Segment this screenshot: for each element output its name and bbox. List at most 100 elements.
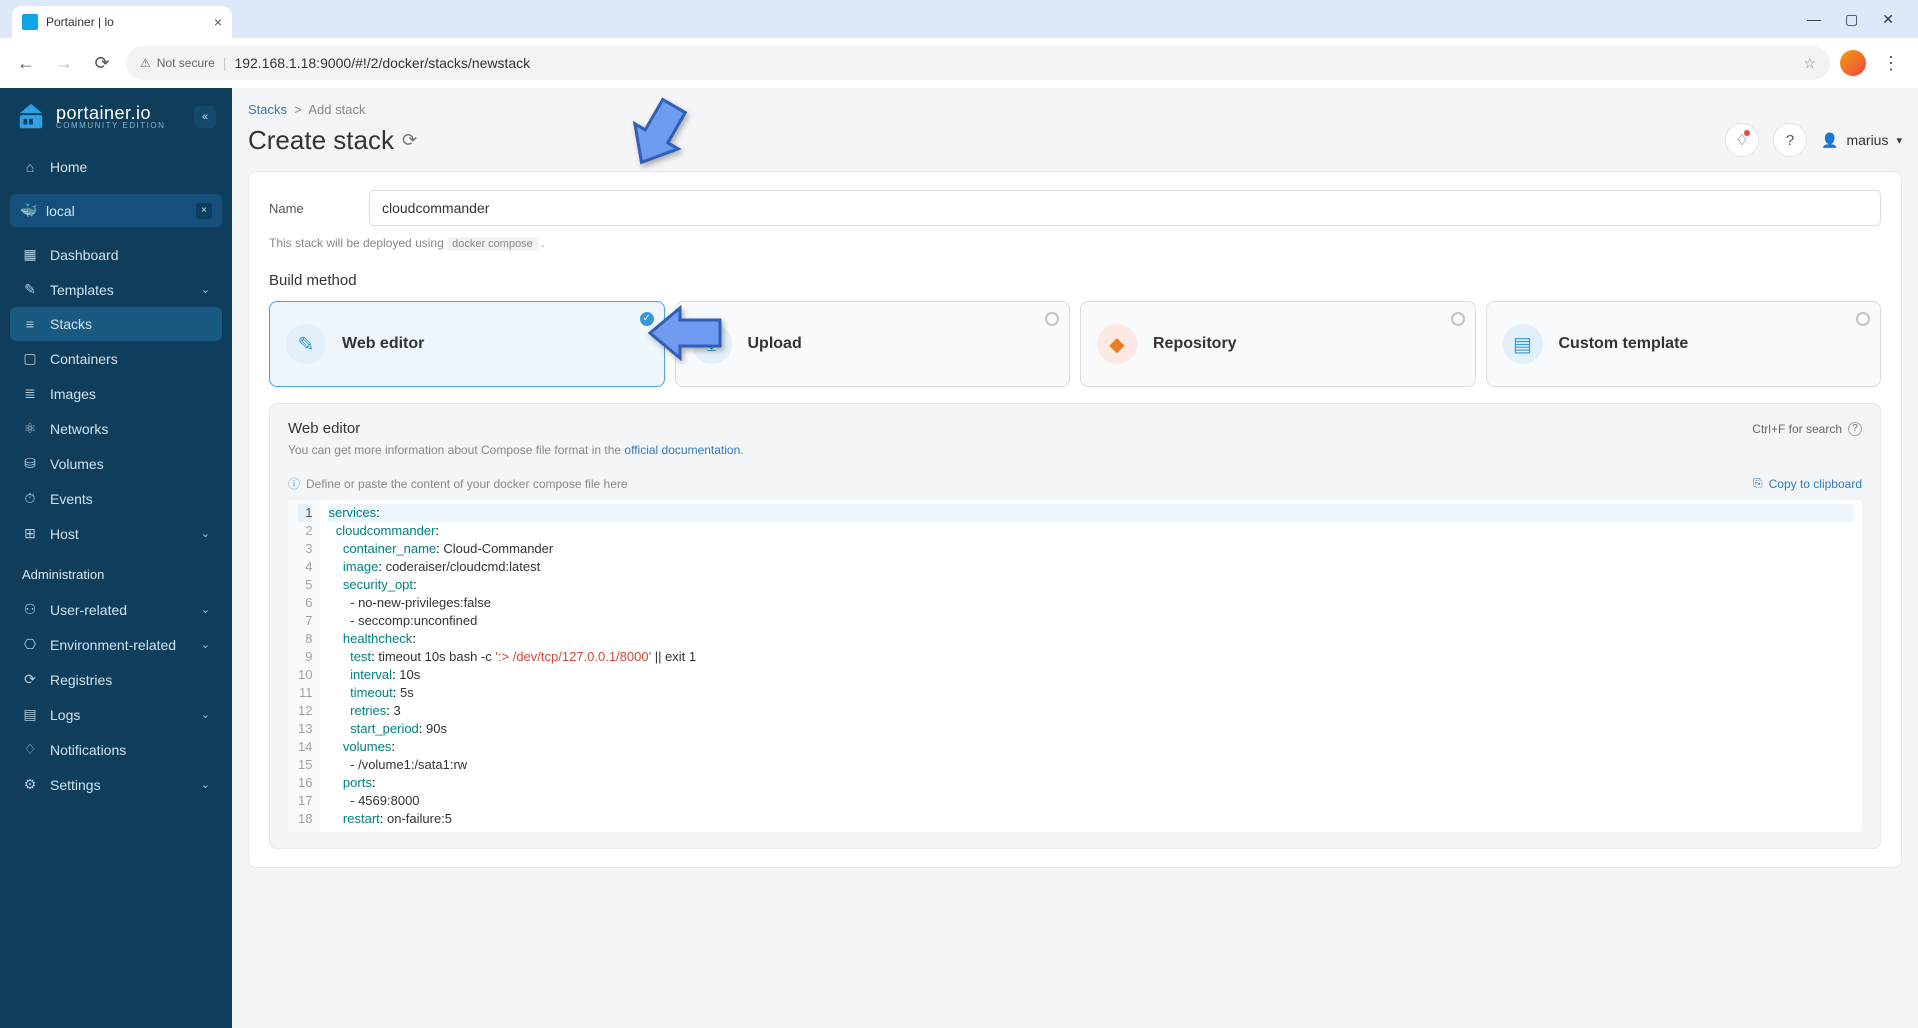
help-button[interactable]: ? bbox=[1773, 123, 1807, 157]
sidebar-item-notifications[interactable]: ♢Notifications bbox=[10, 732, 222, 767]
tab-title: Portainer | lo bbox=[46, 15, 114, 29]
build-method-title: Build method bbox=[269, 272, 1881, 289]
admin-heading: Administration bbox=[0, 555, 232, 588]
radio-icon bbox=[1045, 312, 1059, 326]
bookmark-icon[interactable]: ☆ bbox=[1803, 55, 1816, 72]
close-icon[interactable]: ✕ bbox=[1882, 11, 1894, 28]
chevron-down-icon: ⌄ bbox=[201, 527, 210, 540]
stacks-icon: ≡ bbox=[22, 316, 38, 332]
settings-icon: ⚙ bbox=[22, 776, 38, 793]
sidebar-item-environment-related[interactable]: ⎔Environment-related⌄ bbox=[10, 627, 222, 662]
sidebar-item-templates[interactable]: ✎Templates⌄ bbox=[10, 272, 222, 307]
sidebar: portainer.io COMMUNITY EDITION « ⌂ Home … bbox=[0, 88, 232, 1028]
chevron-down-icon: ⌄ bbox=[201, 638, 210, 651]
editor-info: You can get more information about Compo… bbox=[288, 443, 1862, 457]
back-button[interactable]: ← bbox=[12, 49, 40, 77]
window-controls: — ▢ ✕ bbox=[1807, 0, 1918, 38]
deploy-hint: This stack will be deployed using docker… bbox=[269, 236, 1881, 250]
browser-menu-icon[interactable]: ⋮ bbox=[1876, 53, 1906, 74]
stack-name-input[interactable] bbox=[369, 190, 1881, 226]
forward-button[interactable]: → bbox=[50, 49, 78, 77]
help-icon[interactable]: ? bbox=[1848, 422, 1862, 436]
clipboard-icon: ⎘ bbox=[1753, 476, 1763, 491]
url-text: 192.168.1.18:9000/#!/2/docker/stacks/new… bbox=[234, 55, 530, 71]
info-icon: ⓘ bbox=[288, 475, 300, 492]
containers-icon: ▢ bbox=[22, 350, 38, 367]
security-badge: ⚠ Not secure bbox=[140, 56, 215, 70]
sidebar-collapse-button[interactable]: « bbox=[194, 106, 216, 128]
chevron-down-icon: ⌄ bbox=[201, 283, 210, 296]
radio-icon bbox=[640, 312, 654, 326]
editor-title: Web editor bbox=[288, 420, 360, 437]
code-editor[interactable]: 123456789101112131415161718 services: cl… bbox=[288, 500, 1862, 832]
sidebar-item-settings[interactable]: ⚙Settings⌄ bbox=[10, 767, 222, 802]
reload-button[interactable]: ⟳ bbox=[88, 49, 116, 77]
radio-icon bbox=[1856, 312, 1870, 326]
registries-icon: ⟳ bbox=[22, 671, 38, 688]
main-content: Stacks > Add stack Create stack ⟳ ♢ ? bbox=[232, 88, 1918, 1028]
custom-template-icon: ▤ bbox=[1503, 324, 1543, 364]
portainer-logo-icon bbox=[16, 102, 46, 132]
upload-icon: ⤓ bbox=[692, 324, 732, 364]
sidebar-item-registries[interactable]: ⟳Registries bbox=[10, 662, 222, 697]
tab-close-icon[interactable]: × bbox=[214, 14, 222, 30]
networks-icon: ⚛ bbox=[22, 420, 38, 437]
editor-hint: ⓘ Define or paste the content of your do… bbox=[288, 475, 628, 492]
env-close-icon[interactable]: × bbox=[196, 203, 212, 219]
breadcrumb-root[interactable]: Stacks bbox=[248, 102, 287, 117]
profile-avatar[interactable] bbox=[1840, 50, 1866, 76]
events-icon: ⏱ bbox=[22, 490, 38, 507]
docker-icon: 🐳 bbox=[20, 202, 36, 219]
breadcrumb-leaf: Add stack bbox=[308, 102, 365, 117]
browser-chrome: Portainer | lo × — ▢ ✕ ← → ⟳ ⚠ Not secur… bbox=[0, 0, 1918, 88]
home-icon: ⌂ bbox=[22, 159, 38, 175]
environment-selector[interactable]: 🐳 local × bbox=[10, 194, 222, 227]
refresh-icon[interactable]: ⟳ bbox=[402, 130, 417, 151]
maximize-icon[interactable]: ▢ bbox=[1845, 11, 1858, 28]
web-editor-icon: ✎ bbox=[286, 324, 326, 364]
sidebar-home[interactable]: ⌂ Home bbox=[10, 150, 222, 184]
images-icon: ≣ bbox=[22, 385, 38, 402]
notifications-button[interactable]: ♢ bbox=[1725, 123, 1759, 157]
sidebar-item-events[interactable]: ⏱Events bbox=[10, 481, 222, 516]
sidebar-item-host[interactable]: ⊞Host⌄ bbox=[10, 516, 222, 551]
method-custom-template[interactable]: ▤ Custom template bbox=[1486, 301, 1882, 387]
help-icon: ? bbox=[1786, 132, 1794, 149]
method-repository[interactable]: ◆ Repository bbox=[1080, 301, 1476, 387]
environment-related-icon: ⎔ bbox=[22, 636, 38, 653]
warning-icon: ⚠ bbox=[140, 56, 151, 70]
sidebar-item-containers[interactable]: ▢Containers bbox=[10, 341, 222, 376]
templates-icon: ✎ bbox=[22, 281, 38, 298]
notifications-icon: ♢ bbox=[22, 741, 38, 758]
sidebar-item-user-related[interactable]: ⚇User-related⌄ bbox=[10, 592, 222, 627]
sidebar-item-images[interactable]: ≣Images bbox=[10, 376, 222, 411]
logs-icon: ▤ bbox=[22, 706, 38, 723]
brand-logo: portainer.io COMMUNITY EDITION « bbox=[0, 88, 232, 146]
sidebar-item-dashboard[interactable]: ▦Dashboard bbox=[10, 237, 222, 272]
host-icon: ⊞ bbox=[22, 525, 38, 542]
address-bar[interactable]: ⚠ Not secure | 192.168.1.18:9000/#!/2/do… bbox=[126, 46, 1830, 80]
radio-icon bbox=[1451, 312, 1465, 326]
chevron-down-icon: ▾ bbox=[1896, 134, 1902, 147]
dashboard-icon: ▦ bbox=[22, 246, 38, 263]
sidebar-item-logs[interactable]: ▤Logs⌄ bbox=[10, 697, 222, 732]
docs-link[interactable]: official documentation bbox=[624, 443, 740, 457]
user-related-icon: ⚇ bbox=[22, 601, 38, 618]
browser-tab[interactable]: Portainer | lo × bbox=[12, 6, 232, 38]
user-menu[interactable]: 👤 marius ▾ bbox=[1821, 132, 1902, 149]
minimize-icon[interactable]: — bbox=[1807, 11, 1821, 27]
sidebar-item-stacks[interactable]: ≡Stacks bbox=[10, 307, 222, 341]
method-upload[interactable]: ⤓ Upload bbox=[675, 301, 1071, 387]
chevron-down-icon: ⌄ bbox=[201, 708, 210, 721]
method-web-editor[interactable]: ✎ Web editor bbox=[269, 301, 665, 387]
volumes-icon: ⛁ bbox=[22, 455, 38, 472]
web-editor-panel: Web editor Ctrl+F for search ? You can g… bbox=[269, 403, 1881, 849]
favicon-icon bbox=[22, 14, 38, 30]
sidebar-item-volumes[interactable]: ⛁Volumes bbox=[10, 446, 222, 481]
copy-clipboard-button[interactable]: ⎘ Copy to clipboard bbox=[1753, 476, 1862, 491]
page-title: Create stack bbox=[248, 125, 394, 156]
user-icon: 👤 bbox=[1821, 132, 1838, 149]
chevron-down-icon: ⌄ bbox=[201, 603, 210, 616]
repository-icon: ◆ bbox=[1097, 324, 1137, 364]
sidebar-item-networks[interactable]: ⚛Networks bbox=[10, 411, 222, 446]
